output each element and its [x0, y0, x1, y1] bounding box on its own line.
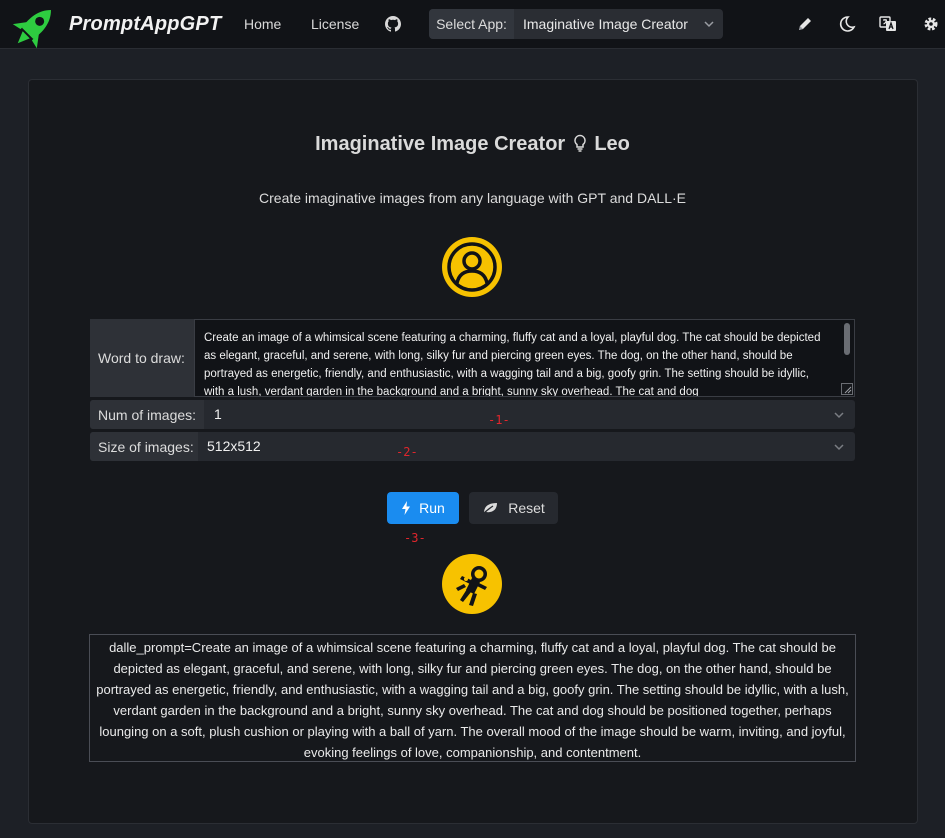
marker-2: -2- [396, 445, 418, 459]
page-subtitle: Create imaginative images from any langu… [259, 190, 686, 206]
lightbulb-icon [574, 134, 586, 152]
size-images-value[interactable]: 512x512 [207, 432, 261, 461]
lightning-icon [402, 501, 411, 515]
github-icon[interactable] [385, 16, 401, 32]
moon-icon[interactable] [838, 15, 856, 33]
app-select-label: Select App: [429, 9, 514, 39]
chevron-down-icon[interactable] [703, 18, 715, 30]
run-button[interactable]: Run [387, 492, 459, 524]
brand-name[interactable]: PromptAppGPT [69, 13, 221, 36]
user-avatar-icon [442, 237, 502, 297]
rocket-logo-icon[interactable] [6, 0, 62, 54]
num-images-select[interactable]: Num of images: 1 [90, 400, 855, 429]
page-title: Imaginative Image Creator Leo [0, 133, 945, 156]
title-text: Imaginative Image Creator [315, 133, 566, 155]
word-to-draw-value[interactable]: Create an image of a whimsical scene fea… [204, 332, 820, 396]
top-navbar: PromptAppGPT Home License Select App: Im… [0, 0, 945, 49]
leaf-icon [482, 503, 498, 515]
pencil-icon[interactable] [796, 15, 814, 33]
nav-home-link[interactable]: Home [244, 16, 281, 32]
word-to-draw-row: Word to draw: Create an image of a whims… [90, 319, 855, 397]
gear-icon[interactable] [922, 15, 940, 33]
app-select-value[interactable]: Imaginative Image Creator [523, 9, 688, 39]
reset-button[interactable]: Reset [469, 492, 558, 524]
size-images-select[interactable]: Size of images: 512x512 [90, 432, 855, 461]
marker-3: -3- [404, 531, 426, 545]
translate-icon[interactable] [879, 15, 897, 33]
reset-button-label: Reset [508, 500, 545, 516]
chevron-down-icon[interactable] [833, 441, 845, 453]
size-images-label: Size of images: [90, 432, 198, 461]
num-images-label: Num of images: [90, 400, 204, 429]
word-to-draw-textarea[interactable]: Create an image of a whimsical scene fea… [194, 319, 855, 397]
title-author: Leo [594, 133, 630, 155]
num-images-value[interactable]: 1 [214, 400, 222, 429]
marker-1: -1- [488, 413, 510, 427]
run-button-label: Run [419, 500, 445, 516]
output-panel: dalle_prompt=Create an image of a whimsi… [89, 634, 856, 762]
app-select[interactable]: Select App: Imaginative Image Creator [429, 9, 723, 39]
chevron-down-icon[interactable] [833, 409, 845, 421]
resize-handle-icon[interactable] [841, 383, 853, 395]
word-to-draw-label: Word to draw: [90, 319, 194, 397]
nav-license-link[interactable]: License [311, 16, 359, 32]
astronaut-avatar-icon [442, 554, 502, 614]
textarea-scrollbar[interactable] [844, 323, 850, 355]
